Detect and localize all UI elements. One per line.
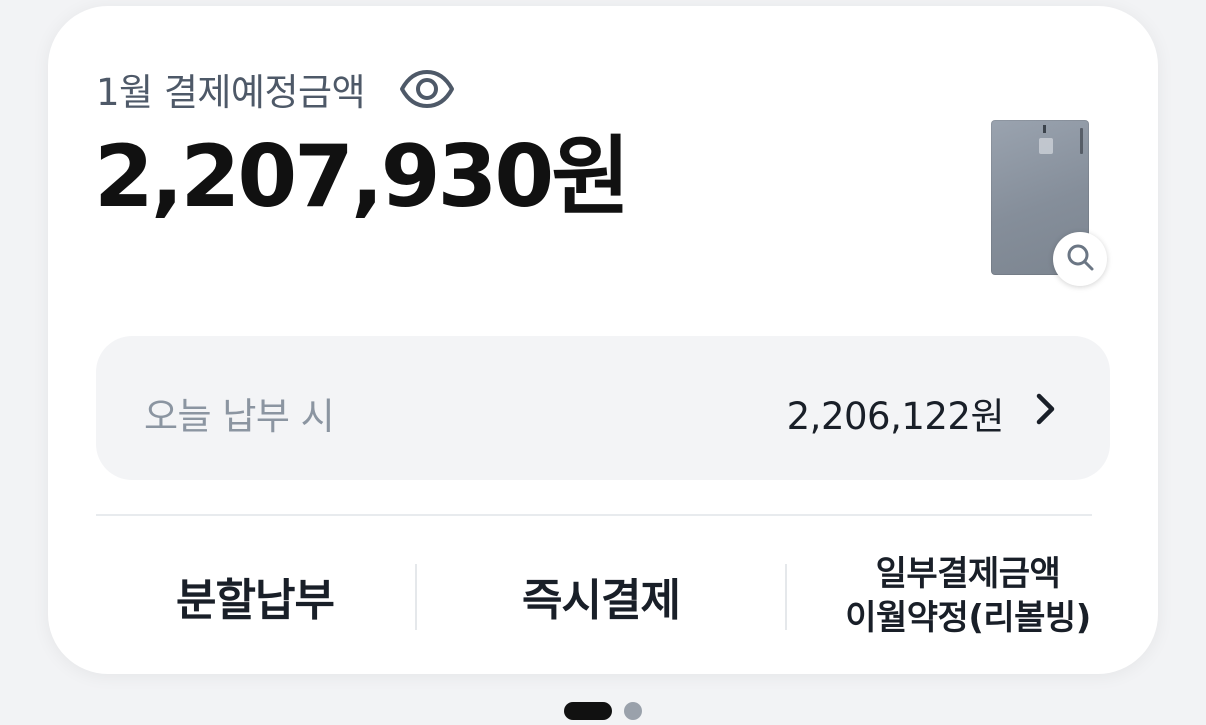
card-zoom-button[interactable] [1053, 232, 1107, 286]
card-mark [1043, 125, 1046, 133]
search-icon [1065, 242, 1095, 276]
installment-button[interactable]: 분할납부 [96, 546, 414, 646]
action-bar: 분할납부 즉시결제 일부결제금액 이월약정(리볼빙) [48, 546, 1158, 646]
today-payment-amount: 2,206,122원 [786, 395, 1005, 438]
card-chip [1039, 138, 1053, 154]
today-payment-row[interactable]: 오늘 납부 시 2,206,122원 [96, 336, 1110, 480]
payment-summary-card: 1월 결제예정금액 2,207,930원 오늘 납부 시 2,206,122원 [48, 6, 1158, 674]
page-title: 1월 결제예정금액 [96, 71, 366, 114]
card-brand-mark [1080, 128, 1083, 154]
revolving-label-line2: 이월약정(리볼빙) [845, 598, 1091, 638]
revolving-button[interactable]: 일부결제금액 이월약정(리볼빙) [788, 546, 1148, 646]
eye-icon[interactable] [399, 67, 455, 111]
page-dot[interactable] [624, 702, 642, 720]
page-dot-active[interactable] [564, 702, 612, 720]
section-divider [96, 514, 1092, 516]
revolving-label-line1: 일부결제금액 [875, 553, 1061, 594]
payment-amount: 2,207,930원 [94, 127, 630, 227]
title-row: 1월 결제예정금액 [96, 62, 455, 116]
action-separator [785, 564, 787, 630]
chevron-right-icon [1034, 391, 1058, 427]
page-indicator [564, 702, 642, 720]
instant-payment-button[interactable]: 즉시결제 [417, 546, 785, 646]
today-payment-label: 오늘 납부 시 [144, 395, 335, 438]
